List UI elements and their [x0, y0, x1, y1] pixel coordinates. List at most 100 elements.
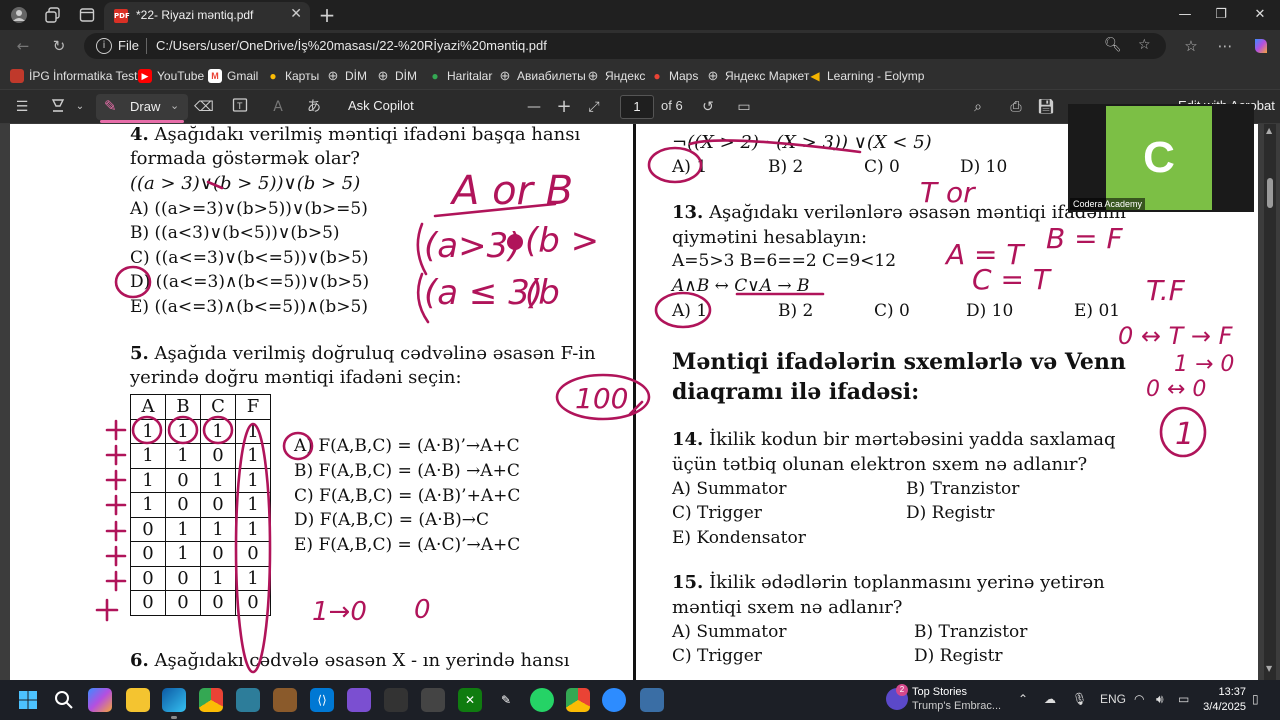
vertical-scrollbar[interactable]: ▲ ▼	[1264, 124, 1276, 680]
truth-cell: 1	[130, 418, 166, 444]
truth-cell: 1	[235, 467, 271, 493]
bookmark-youtube[interactable]: ▶ YouTube	[138, 67, 204, 85]
clock-time[interactable]: 13:37	[1214, 686, 1246, 698]
page-view-icon[interactable]: ▭	[734, 97, 754, 117]
eraser-icon[interactable]: ⌫	[194, 97, 214, 117]
truth-cell: 1	[235, 516, 271, 542]
video-call-overlay[interactable]: C Codera Academy	[1068, 104, 1254, 212]
copilot-app-icon[interactable]	[88, 688, 112, 712]
fit-page-icon[interactable]: ⤢	[584, 97, 604, 117]
url-text[interactable]: C:/Users/user/OneDrive/İş%20masası/22-%2…	[156, 38, 547, 53]
print-icon[interactable]: ⎙	[1006, 97, 1026, 117]
zoom-icon[interactable]	[602, 688, 626, 712]
ask-copilot-button[interactable]: Ask Copilot	[348, 98, 414, 113]
bookmark-label: Haritalar	[447, 69, 493, 83]
volume-icon[interactable]: 🔊︎	[1156, 692, 1164, 707]
workspaces-icon[interactable]	[42, 5, 64, 25]
favorite-star-icon[interactable]: ☆	[1138, 37, 1151, 53]
address-bar[interactable]: i File C:/Users/user/OneDrive/İş%20masas…	[84, 33, 1166, 59]
highlight-icon[interactable]	[48, 97, 68, 117]
edge-icon[interactable]	[162, 688, 186, 712]
close-window-icon[interactable]: ✕	[1245, 4, 1275, 26]
minimize-icon[interactable]: —	[1170, 4, 1200, 26]
profile-icon[interactable]	[8, 5, 30, 25]
tab-actions-icon[interactable]	[76, 5, 98, 25]
new-tab-icon[interactable]: +	[316, 3, 338, 27]
back-icon[interactable]: ←	[12, 36, 34, 56]
app-icon[interactable]	[347, 688, 371, 712]
calculator-icon[interactable]	[236, 688, 260, 712]
bookmark-maps[interactable]: ● Maps	[650, 67, 698, 85]
refresh-icon[interactable]: ↻	[48, 36, 70, 56]
bookmark-aviabilety[interactable]: ⊕ Авиабилеты	[498, 67, 586, 85]
favorites-icon[interactable]: ☆	[1180, 36, 1202, 56]
chrome-2-icon[interactable]	[566, 688, 590, 712]
more-menu-icon[interactable]: ⋯	[1214, 36, 1236, 56]
q15-text: İkilik ədədlərin toplanmasını yerinə yet…	[709, 572, 1105, 593]
read-aloud-icon[interactable]: A	[268, 97, 288, 117]
q13-option-b: B) 2	[778, 301, 814, 321]
tab-pdf[interactable]: PDF *22- Riyazi məntiq.pdf ✕	[104, 2, 310, 30]
tab-close-icon[interactable]: ✕	[290, 6, 302, 22]
bookmark-gmail[interactable]: M Gmail	[208, 67, 258, 85]
file-explorer-icon[interactable]	[126, 688, 150, 712]
draw-chevron-icon[interactable]: ⌄	[170, 99, 179, 112]
truth-cell: 1	[165, 443, 201, 469]
q12-option-c: C) 0	[864, 157, 900, 177]
q5-number: 5.	[130, 343, 149, 364]
rotate-icon[interactable]: ↺	[698, 97, 718, 117]
pen-app-icon[interactable]: ✎	[494, 688, 518, 712]
contents-icon[interactable]: ☰	[12, 97, 32, 117]
bookmark-label: DİM	[345, 69, 367, 83]
whatsapp-icon[interactable]	[530, 688, 554, 712]
bookmark-label: YouTube	[157, 69, 205, 83]
text-box-icon[interactable]: T	[230, 97, 250, 117]
bookmark-yandex[interactable]: ⊕ Яндекс	[586, 67, 646, 85]
windows-start-icon[interactable]	[16, 688, 40, 712]
truth-cell: 1	[235, 443, 271, 469]
battery-icon[interactable]: ▭	[1178, 692, 1189, 706]
search-icon[interactable]: ⌕	[968, 97, 988, 117]
zoom-in-icon[interactable]: +	[554, 97, 574, 117]
copilot-icon[interactable]	[1250, 36, 1272, 56]
paint-icon[interactable]	[640, 688, 664, 712]
scroll-up-icon[interactable]: ▲	[1266, 126, 1272, 135]
chrome-icon[interactable]	[199, 688, 223, 712]
minecraft-icon[interactable]	[273, 688, 297, 712]
notifications-icon[interactable]: ▯	[1252, 692, 1259, 706]
vscode-icon[interactable]: ⟨⟩	[310, 688, 334, 712]
save-icon[interactable]: 💾︎	[1036, 97, 1056, 117]
translate-icon[interactable]: あ	[304, 97, 324, 117]
zoom-icon[interactable]: 🔍︎	[1104, 37, 1122, 53]
ipg-icon	[10, 69, 24, 83]
bookmark-yandex-market[interactable]: ⊕ Яндекс Маркет	[706, 67, 810, 85]
taskbar: ⟨⟩ ✕ ✎ 2 Top Stories Trump's Embrac... ⌃…	[0, 680, 1280, 720]
scroll-down-icon[interactable]: ▼	[1266, 664, 1272, 673]
maximize-icon[interactable]: ❐	[1206, 4, 1236, 26]
clock-date[interactable]: 3/4/2025	[1200, 701, 1246, 713]
page-number-input[interactable]: 1	[620, 95, 654, 119]
bookmark-dim-1[interactable]: ⊕ DİM	[326, 67, 367, 85]
news-widget[interactable]: 2 Top Stories Trump's Embrac...	[886, 684, 1016, 716]
wifi-icon[interactable]: ◠	[1134, 692, 1144, 706]
bookmark-dim-2[interactable]: ⊕ DİM	[376, 67, 417, 85]
site-info-icon[interactable]: i	[96, 38, 112, 54]
bookmark-haritalar[interactable]: ● Haritalar	[428, 67, 492, 85]
search-icon[interactable]	[52, 688, 76, 712]
microphone-icon[interactable]: 🎙︎	[1072, 692, 1087, 706]
draw-button[interactable]: ✎ Draw ⌄	[96, 94, 188, 120]
truth-row: 1111	[130, 418, 271, 444]
zoom-out-icon[interactable]: —	[524, 97, 544, 117]
bookmark-ipg[interactable]: İPG İnformatika Test...	[10, 67, 148, 85]
snipping-tool-icon[interactable]	[421, 688, 445, 712]
highlight-chevron-icon[interactable]: ⌄	[70, 97, 90, 117]
chevron-up-icon[interactable]: ⌃	[1018, 692, 1028, 706]
truth-header-row: A B C F	[130, 394, 271, 420]
language-indicator[interactable]: ENG	[1100, 692, 1126, 706]
cloud-icon[interactable]: ☁	[1044, 692, 1056, 706]
bookmark-karty[interactable]: ● Карты	[266, 67, 319, 85]
xbox-icon[interactable]: ✕	[458, 688, 482, 712]
scroll-thumb[interactable]	[1267, 178, 1273, 208]
bookmark-eolymp[interactable]: ◀ Learning - Eolymp	[808, 67, 924, 85]
dev-tool-icon[interactable]	[384, 688, 408, 712]
